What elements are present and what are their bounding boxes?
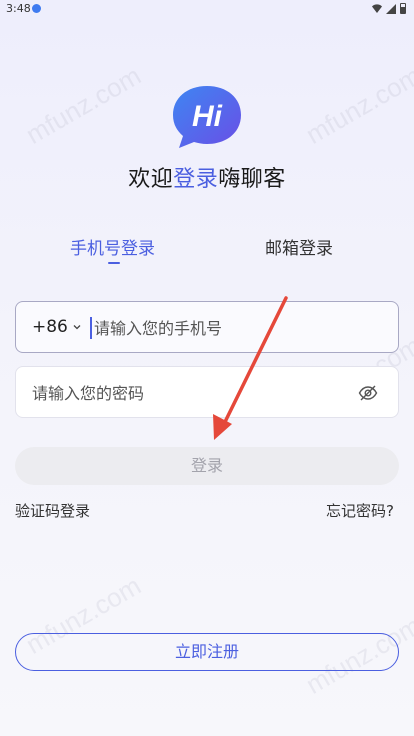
sms-login-link[interactable]: 验证码登录 — [15, 500, 90, 521]
tab-phone-login[interactable]: 手机号登录 — [70, 234, 155, 259]
tab-active-indicator — [108, 262, 120, 264]
welcome-suffix: 嗨聊客 — [218, 167, 286, 192]
watermark: mfunz.com — [20, 60, 146, 150]
text-caret — [90, 317, 92, 339]
app-logo: Hi — [171, 84, 243, 150]
password-field[interactable] — [15, 366, 399, 418]
eye-off-icon[interactable] — [358, 383, 378, 403]
wifi-icon — [372, 4, 382, 13]
tab-email-login[interactable]: 邮箱登录 — [265, 234, 333, 259]
phone-input[interactable] — [94, 315, 384, 341]
login-button[interactable]: 登录 — [15, 447, 399, 485]
country-code-selector[interactable]: +86 — [32, 317, 68, 337]
welcome-prefix: 欢迎 — [128, 167, 174, 192]
page-title: 欢迎登录嗨聊客 — [0, 161, 414, 193]
status-icons — [372, 3, 406, 14]
forgot-password-link[interactable]: 忘记密码? — [326, 500, 394, 521]
register-button[interactable]: 立即注册 — [15, 633, 399, 671]
password-input[interactable] — [32, 380, 352, 406]
status-time: 3:48 — [6, 2, 31, 15]
welcome-highlight: 登录 — [173, 167, 219, 192]
notification-app-icon — [32, 4, 41, 13]
logo-text: Hi — [192, 100, 223, 133]
chevron-down-icon[interactable] — [72, 322, 82, 332]
watermark: mfunz.com — [300, 60, 414, 150]
battery-icon — [400, 3, 406, 14]
phone-field[interactable]: +86 — [15, 301, 399, 353]
signal-icon — [386, 3, 396, 14]
status-bar: 3:48 — [0, 0, 414, 18]
